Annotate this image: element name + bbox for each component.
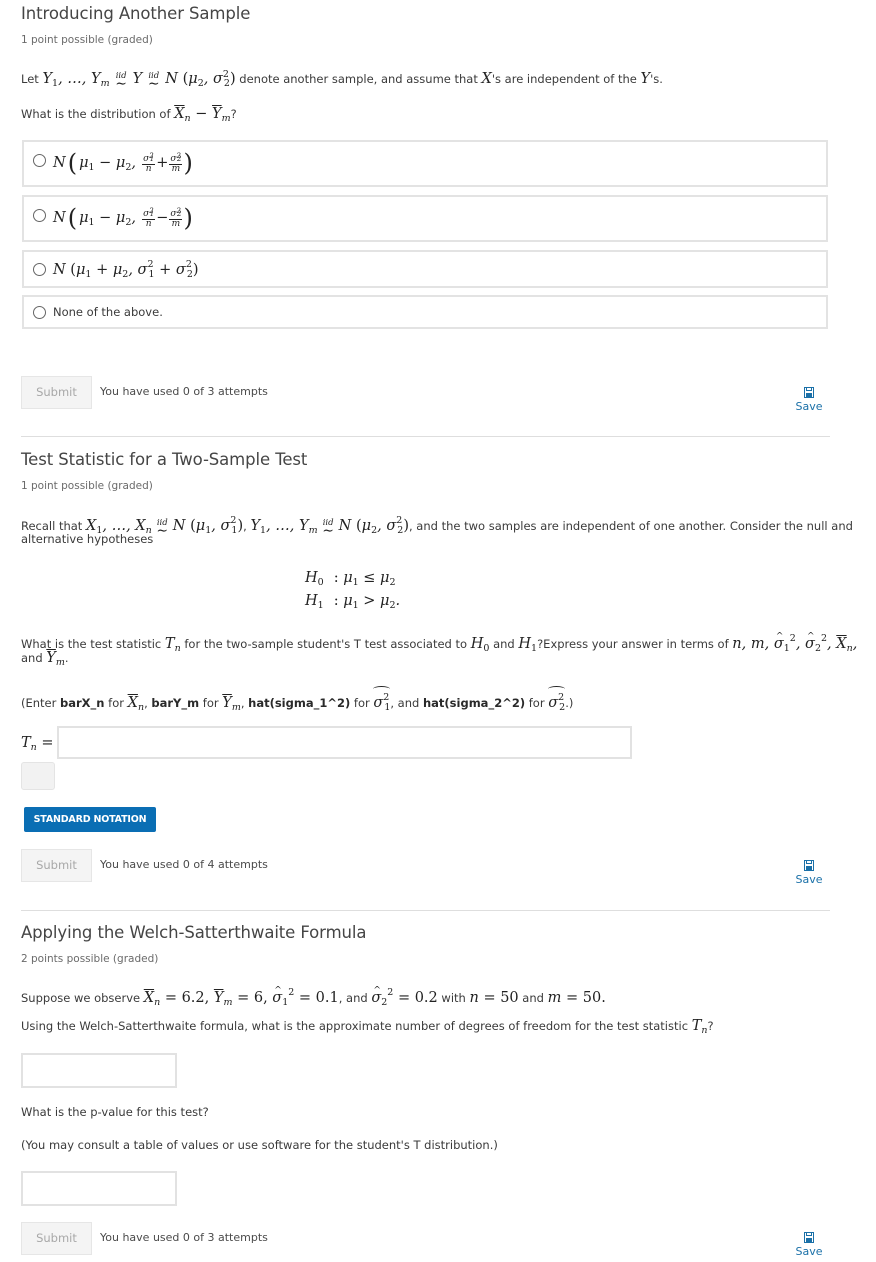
choice-option-2[interactable]: N(μ1 − μ2, σ21 n − σ22 m) [22, 195, 828, 242]
problem-intro: Let Y1, …, Ym iid ∼ Y iid ∼ N (μ2, σ22) de… [21, 69, 663, 92]
hypothesis-h0: H0: μ1 ≤ μ2 [305, 570, 396, 588]
section-divider [21, 910, 830, 911]
save-icon [804, 860, 814, 871]
points-label: 2 points possible (graded) [21, 953, 159, 965]
save-button[interactable]: Save [790, 1232, 828, 1258]
attempts-text: You have used 0 of 3 attempts [100, 1231, 268, 1244]
degrees-of-freedom-input[interactable] [21, 1053, 177, 1088]
choice-option-4[interactable]: None of the above. [22, 295, 828, 329]
problem-recall-line2: alternative hypotheses [21, 532, 154, 546]
radio-button[interactable] [33, 154, 46, 167]
choice-label: None of the above. [53, 305, 163, 319]
save-icon [804, 1232, 814, 1243]
answer-label: Tn = [21, 735, 54, 753]
observed-values: Suppose we observe Xn = 6.2, Ym = 6, σ12… [21, 983, 606, 1011]
problem-title: Applying the Welch-Satterthwaite Formula [21, 923, 367, 942]
attempts-text: You have used 0 of 4 attempts [100, 858, 268, 871]
radio-button[interactable] [33, 209, 46, 222]
points-label: 1 point possible (graded) [21, 34, 153, 46]
tn-expression-input[interactable] [57, 726, 632, 759]
question-degrees-of-freedom: Using the Welch-Satterthwaite formula, w… [21, 1018, 714, 1036]
p-value-input[interactable] [21, 1171, 177, 1206]
question-p-value: What is the p-value for this test? [21, 1105, 209, 1119]
submit-button[interactable]: Submit [21, 849, 92, 882]
choice-option-1[interactable]: N(μ1 − μ2, σ21 n + σ22 m) [22, 140, 828, 187]
choice-label: N(μ1 − μ2, σ21 n + σ22 m) [53, 149, 193, 177]
points-label: 1 point possible (graded) [21, 480, 153, 492]
hypothesis-h1: H1: μ1 > μ2. [305, 593, 401, 611]
attempts-text: You have used 0 of 3 attempts [100, 385, 268, 398]
problem-question: What is the test statistic Tn for the tw… [21, 629, 857, 657]
radio-button[interactable] [33, 306, 46, 319]
problem-question-line2: and Ym. [21, 650, 69, 668]
entry-hint: (Enter barX_n for Xn, barY_m for Ym, hat… [21, 686, 573, 716]
save-button[interactable]: Save [790, 860, 828, 886]
choice-option-3[interactable]: N (μ1 + μ2, σ21 + σ22) [22, 250, 828, 288]
submit-button[interactable]: Submit [21, 376, 92, 409]
standard-notation-button[interactable]: STANDARD NOTATION [24, 807, 156, 832]
problem-question: What is the distribution of Xn − Ym? [21, 106, 237, 124]
p-value-note: (You may consult a table of values or us… [21, 1138, 498, 1152]
formula-preview-box [21, 762, 55, 790]
section-divider [21, 436, 830, 437]
save-label: Save [795, 873, 823, 886]
choice-label: N(μ1 − μ2, σ21 n − σ22 m) [53, 204, 193, 232]
save-label: Save [795, 400, 823, 413]
save-button[interactable]: Save [790, 387, 828, 413]
submit-button[interactable]: Submit [21, 1222, 92, 1255]
problem-title: Test Statistic for a Two-Sample Test [21, 450, 308, 469]
choice-label: N (μ1 + μ2, σ21 + σ22) [53, 259, 199, 280]
radio-button[interactable] [33, 263, 46, 276]
save-label: Save [795, 1245, 823, 1258]
problem-title: Introducing Another Sample [21, 4, 251, 23]
save-icon [804, 387, 814, 398]
